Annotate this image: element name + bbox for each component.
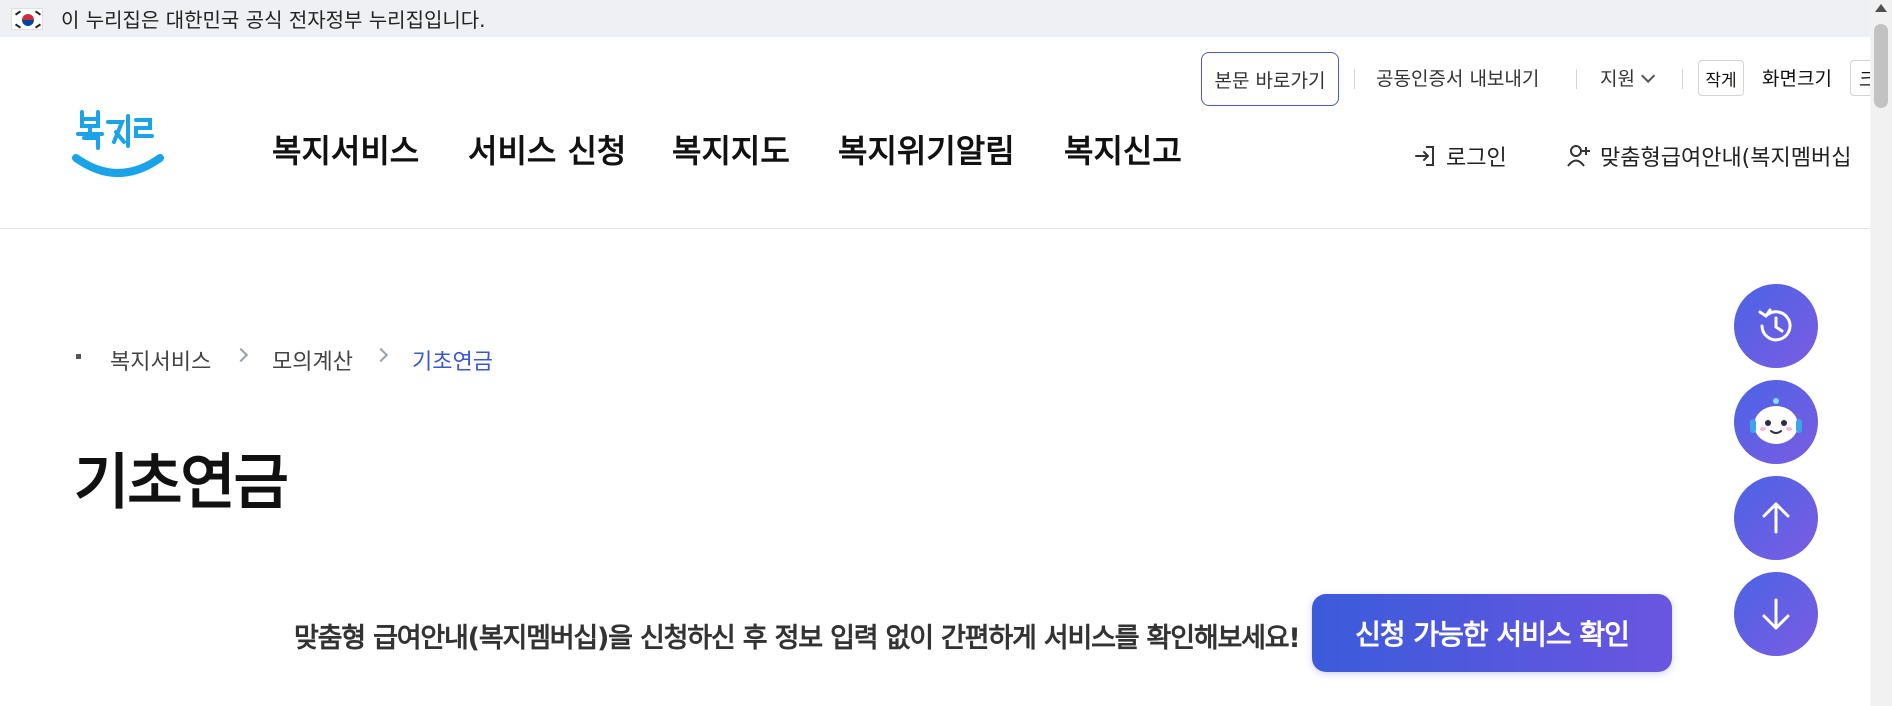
history-button[interactable] (1734, 284, 1818, 368)
promo-text: 맞춤형 급여안내(복지멤버십)을 신청하신 후 정보 입력 없이 간편하게 서비… (294, 623, 1301, 654)
login-icon (1412, 143, 1438, 169)
skip-to-content-link[interactable]: 본문 바로가기 (1201, 52, 1339, 106)
home-bullet-icon (76, 354, 81, 359)
font-size-label: 화면크기 (1762, 68, 1832, 90)
gnb-item-welfare-report[interactable]: 복지신고 (1064, 126, 1182, 172)
scroll-up-arrow-icon[interactable] (1875, 4, 1887, 12)
member-service-label: 맞춤형급여안내(복지멤버십 (1600, 146, 1852, 171)
breadcrumb-item[interactable]: 모의계산 (272, 344, 353, 376)
scroll-bottom-button[interactable] (1734, 572, 1818, 656)
divider (1682, 69, 1683, 89)
gnb-item-crisis-alert[interactable]: 복지위기알림 (838, 126, 1015, 172)
member-service-link[interactable]: 맞춤형급여안내(복지멤버십 (1566, 140, 1851, 172)
arrow-up-icon (1762, 502, 1790, 534)
bokjiro-logo[interactable] (72, 106, 164, 188)
chatbot-button[interactable] (1734, 380, 1818, 464)
login-link[interactable]: 로그인 (1412, 140, 1507, 172)
support-label: 지원 (1600, 68, 1635, 90)
scrollbar-thumb[interactable] (1874, 24, 1888, 108)
arrow-down-icon (1762, 598, 1790, 630)
gov-banner: 이 누리집은 대한민국 공식 전자정부 누리집입니다. (0, 0, 1892, 37)
add-user-icon (1566, 143, 1592, 169)
breadcrumb-current: 기초연금 (412, 350, 493, 375)
gnb-item-service-apply[interactable]: 서비스 신청 (468, 126, 626, 172)
login-label: 로그인 (1446, 146, 1507, 171)
font-size-small-button[interactable]: 작게 (1698, 60, 1744, 96)
page-title: 기초연금 (74, 448, 289, 518)
support-dropdown[interactable]: 지원 (1600, 64, 1656, 91)
gnb-item-welfare-service[interactable]: 복지서비스 (272, 126, 419, 172)
history-icon (1758, 308, 1792, 342)
chatbot-icon (1750, 398, 1802, 444)
certificate-export-link[interactable]: 공동인증서 내보내기 (1376, 64, 1539, 91)
header-divider (0, 228, 1870, 229)
gnb-item-welfare-map[interactable]: 복지지도 (672, 126, 790, 172)
check-available-services-button[interactable]: 신청 가능한 서비스 확인 (1312, 594, 1672, 672)
divider (1354, 69, 1355, 89)
chevron-right-icon (373, 347, 389, 363)
logo-mark (72, 110, 164, 177)
scroll-top-button[interactable] (1734, 476, 1818, 560)
divider (1576, 69, 1577, 89)
breadcrumb-item[interactable]: 복지서비스 (110, 344, 211, 376)
korea-flag-icon (11, 7, 43, 30)
gov-banner-text: 이 누리집은 대한민국 공식 전자정부 누리집입니다. (61, 8, 486, 32)
chevron-down-icon (1641, 68, 1656, 83)
chevron-right-icon (233, 347, 249, 363)
